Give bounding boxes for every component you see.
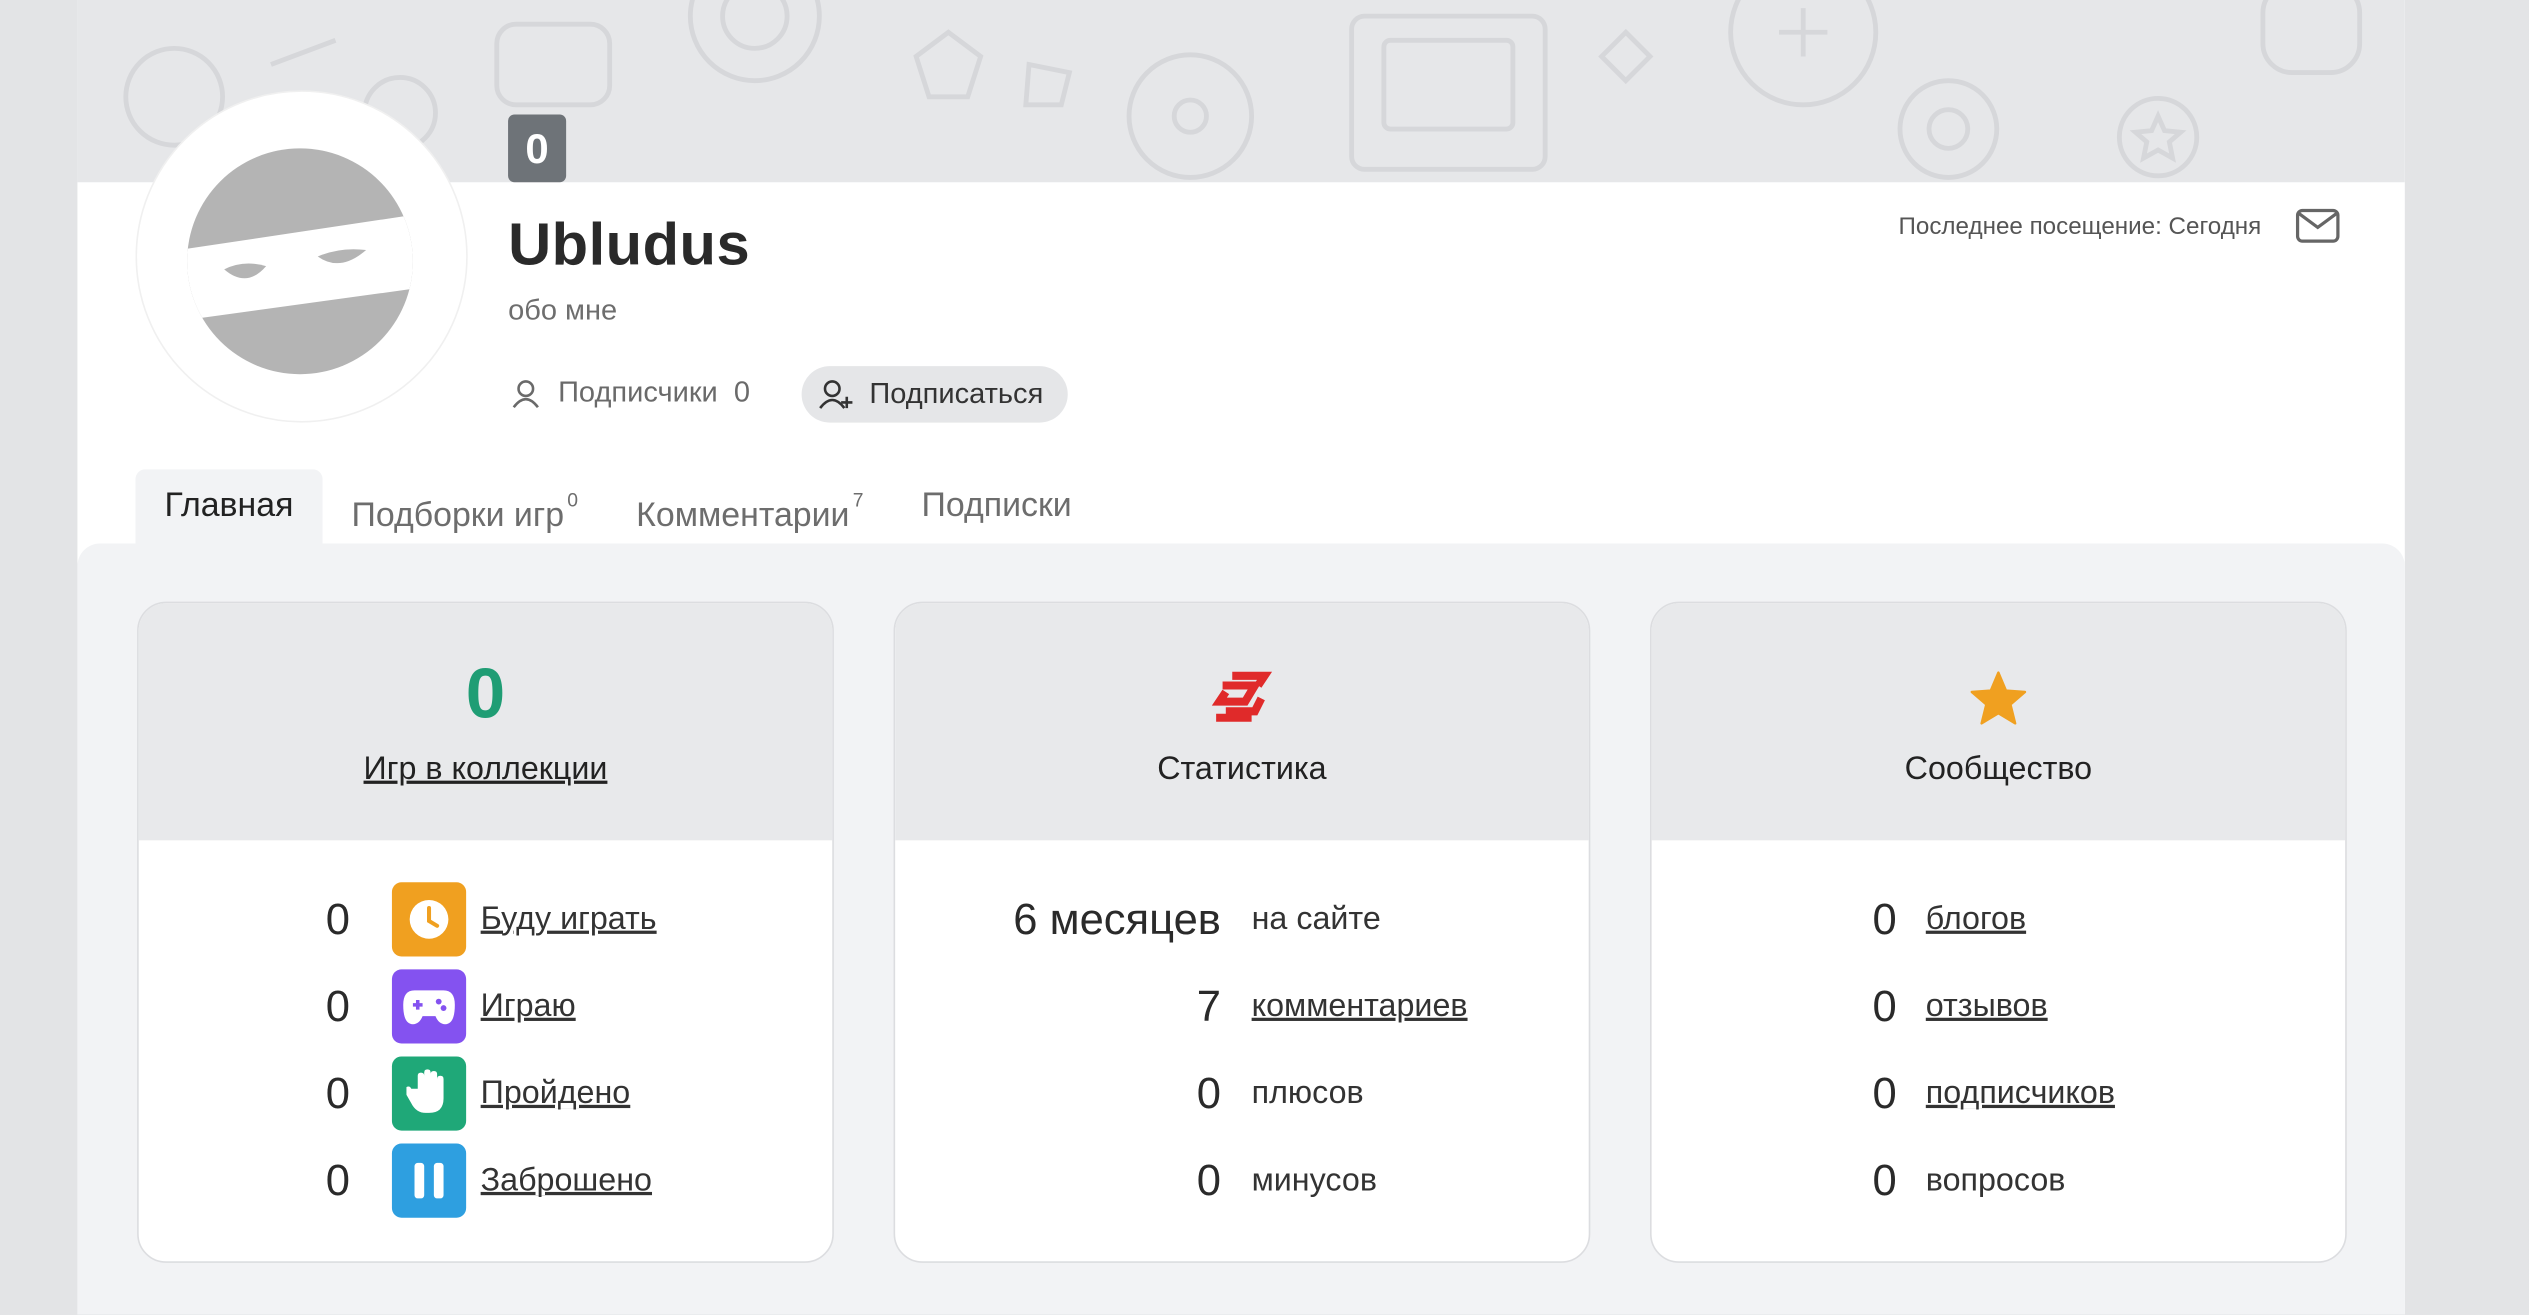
avatar[interactable] xyxy=(135,90,468,423)
community-row-blogs: 0 блогов xyxy=(1652,882,2027,956)
followers-count: 0 xyxy=(733,375,751,409)
content-panel: 0 Игр в коллекции 0 Буду играть 0 Играю … xyxy=(77,543,2405,1315)
collection-card: 0 Игр в коллекции 0 Буду играть 0 Играю … xyxy=(137,601,834,1263)
collection-row-label[interactable]: Пройдено xyxy=(481,1075,631,1112)
community-row-label: вопросов xyxy=(1925,1162,2066,1198)
tab-game-collections-count: 0 xyxy=(567,488,579,512)
stats-row-label: минусов xyxy=(1251,1162,1377,1198)
tab-game-collections[interactable]: Подборки игр 0 xyxy=(322,469,607,543)
collection-row-value: 0 xyxy=(325,981,350,1030)
stats-row-label[interactable]: комментариев xyxy=(1252,988,1468,1025)
user-icon xyxy=(512,379,539,408)
community-row-value: 0 xyxy=(1872,894,1897,943)
community-card: Сообщество 0 блогов 0 отзывов 0 подписчи… xyxy=(1649,601,2347,1263)
stats-row-value: 0 xyxy=(1196,1068,1221,1117)
community-row-reviews: 0 отзывов xyxy=(1652,969,2048,1043)
tab-main[interactable]: Главная xyxy=(135,469,323,544)
collection-row-label[interactable]: Играю xyxy=(481,988,576,1025)
community-row-value: 0 xyxy=(1872,1068,1897,1117)
stats-row-value: 0 xyxy=(1196,1155,1221,1205)
username: Ubludus xyxy=(508,211,751,278)
followers-label: Подписчики xyxy=(558,375,718,409)
about-link[interactable]: обо мне xyxy=(508,294,617,328)
star-icon xyxy=(1970,671,2027,725)
community-row-questions: 0 вопросов xyxy=(1652,1144,2066,1218)
stats-row-label: плюсов xyxy=(1251,1074,1364,1111)
stopgame-logo-icon xyxy=(1211,671,1273,722)
community-row-subscribers: 0 подписчиков xyxy=(1652,1056,2115,1130)
collection-row-value: 0 xyxy=(325,1155,350,1205)
collection-count: 0 xyxy=(465,654,506,734)
stats-title: Статистика xyxy=(1157,751,1327,788)
collection-title-link[interactable]: Игр в коллекции xyxy=(139,752,833,789)
community-row-label[interactable]: подписчиков xyxy=(1926,1075,2115,1112)
collection-row-value: 0 xyxy=(325,894,350,943)
stats-row-minuses: 0 минусов xyxy=(895,1144,1377,1218)
tab-subscriptions[interactable]: Подписки xyxy=(893,469,1101,543)
community-title: Сообщество xyxy=(1904,751,2093,788)
mail-icon[interactable] xyxy=(2295,206,2340,245)
add-user-icon xyxy=(819,379,853,409)
followers-counter[interactable]: Подписчики 0 xyxy=(510,376,750,410)
tab-main-label: Главная xyxy=(164,487,294,525)
stats-row-value: 7 xyxy=(1196,981,1221,1030)
clock-icon xyxy=(391,882,467,957)
ninja-avatar-icon xyxy=(187,148,413,375)
gamepad-icon xyxy=(391,969,467,1044)
profile-tabs: Главная Подборки игр 0 Комментарии 7 Подпи… xyxy=(135,469,1101,544)
profile-stage: 0 Ubludus обо мне Подписчики 0 Подписать… xyxy=(0,0,2529,1315)
stats-row-value: 6 месяцев xyxy=(1013,894,1221,943)
collection-row-dropped: 0 Заброшено xyxy=(139,1143,652,1218)
pause-icon xyxy=(391,1143,467,1218)
hand-icon xyxy=(391,1056,467,1131)
follow-button[interactable]: Подписаться xyxy=(801,366,1068,423)
tab-comments-label: Комментарии xyxy=(636,496,850,534)
follow-button-label: Подписаться xyxy=(869,377,1044,410)
stats-card-header: Статистика xyxy=(895,603,1589,841)
collection-card-header: 0 Игр в коллекции xyxy=(138,603,833,841)
stats-row-comments: 7 комментариев xyxy=(895,969,1468,1043)
tab-subscriptions-label: Подписки xyxy=(921,487,1072,525)
profile-page: 0 Ubludus обо мне Подписчики 0 Подписать… xyxy=(77,0,2405,1315)
tab-comments[interactable]: Комментарии 7 xyxy=(607,469,892,543)
last-visit: Последнее посещение: Сегодня xyxy=(1898,212,2262,241)
community-card-header: Сообщество xyxy=(1651,603,2346,841)
community-row-label[interactable]: отзывов xyxy=(1926,988,2048,1025)
collection-row-label[interactable]: Буду играть xyxy=(481,901,657,938)
level-badge: 0 xyxy=(508,114,567,183)
collection-row-want: 0 Буду играть xyxy=(139,882,657,957)
stats-card: Статистика 6 месяцев на сайте 7 коммента… xyxy=(893,601,1591,1263)
stats-row-time: 6 месяцев на сайте xyxy=(895,882,1381,956)
community-row-value: 0 xyxy=(1872,981,1897,1030)
collection-row-value: 0 xyxy=(325,1068,350,1117)
tab-comments-count: 7 xyxy=(852,488,864,512)
collection-row-completed: 0 Пройдено xyxy=(139,1056,631,1131)
stats-row-label: на сайте xyxy=(1251,900,1381,937)
tab-game-collections-label: Подборки игр xyxy=(351,496,565,534)
community-row-label[interactable]: блогов xyxy=(1926,901,2026,938)
collection-row-label[interactable]: Заброшено xyxy=(481,1162,652,1199)
stats-row-pluses: 0 плюсов xyxy=(895,1056,1364,1130)
community-row-value: 0 xyxy=(1872,1155,1897,1205)
collection-row-playing: 0 Играю xyxy=(139,969,576,1044)
